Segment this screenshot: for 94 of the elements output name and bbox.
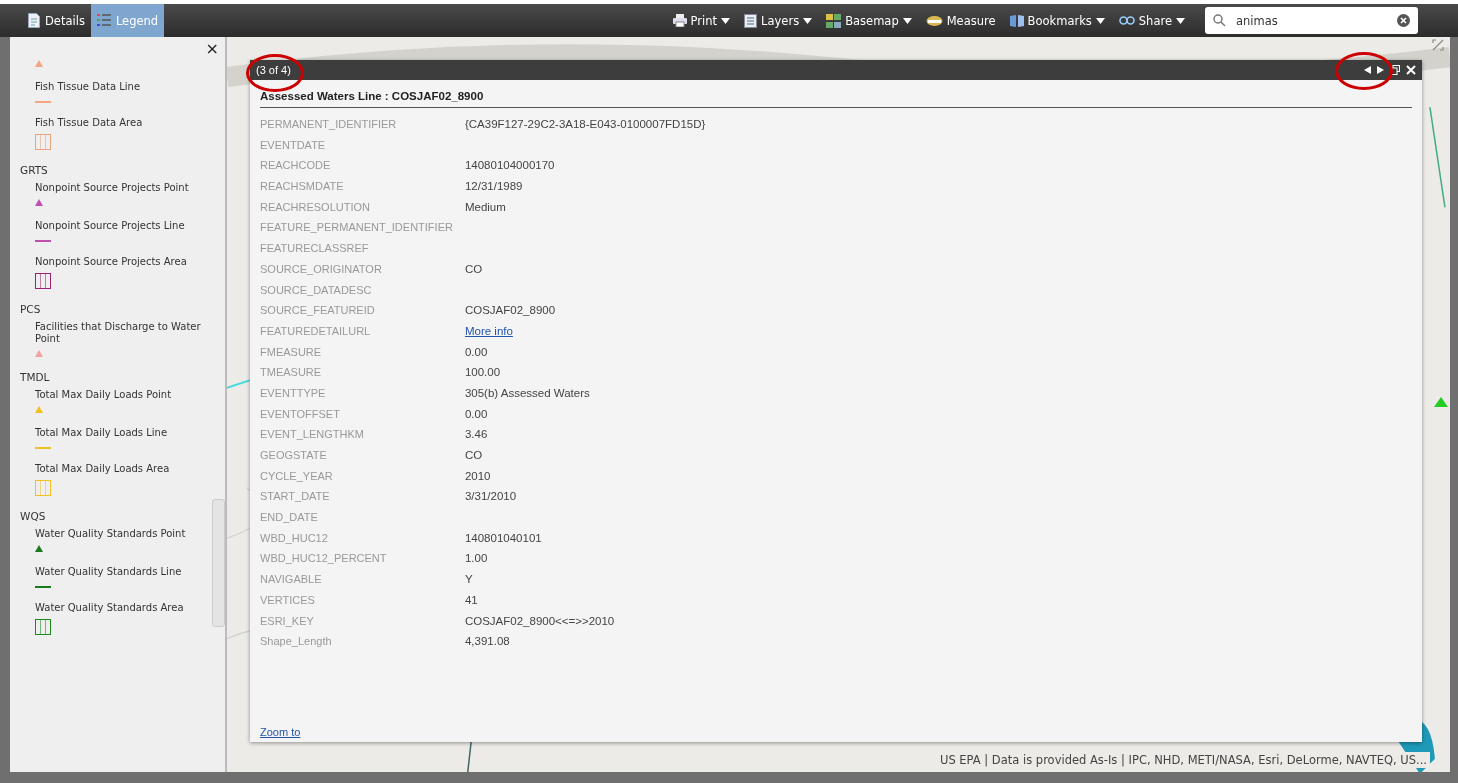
- search-icon: [1213, 14, 1226, 27]
- field-name: EVENTOFFSET: [260, 406, 341, 422]
- field-value: {CA39F127-29C2-3A18-E043-0100007FD15D}: [464, 117, 707, 132]
- legend-group-title: PCS: [20, 303, 42, 315]
- field-name: REACHRESOLUTION: [260, 199, 372, 215]
- legend-label: Nonpoint Source Projects Line: [35, 220, 186, 232]
- field-value: 4,391.08: [464, 634, 511, 650]
- field-name: START_DATE: [260, 489, 331, 505]
- list-icon: [96, 13, 111, 28]
- field-name: FEATURECLASSREF: [260, 241, 370, 257]
- field-name: ESRI_KEY: [260, 613, 315, 629]
- field-name: PERMANENT_IDENTIFIER: [260, 117, 398, 132]
- layers-icon: [744, 13, 758, 28]
- legend-label: Facilities that Discharge to Water Point: [35, 321, 202, 345]
- field-name: Shape_Length: [260, 634, 333, 650]
- field-value: 100.00: [464, 365, 502, 381]
- highlight-circle: [1335, 52, 1393, 90]
- expand-icon[interactable]: [1432, 39, 1444, 51]
- legend-label: Nonpoint Source Projects Point: [35, 182, 190, 194]
- field-value: 3/31/2010: [464, 489, 518, 505]
- zoom-to-link[interactable]: Zoom to: [260, 726, 301, 738]
- field-value: 14080104000170: [464, 158, 556, 174]
- field-value: Y: [464, 572, 474, 588]
- printer-icon: [672, 14, 687, 27]
- toolbar-button[interactable]: Layers: [744, 13, 813, 28]
- toolbar-button[interactable]: Print: [672, 13, 731, 28]
- field-name: SOURCE_ORIGINATOR: [260, 261, 383, 277]
- field-value: 3.46: [464, 427, 489, 443]
- link-icon: [1118, 16, 1135, 25]
- field-value: 12/31/1989: [464, 179, 524, 195]
- field-name: REACHSMDATE: [260, 179, 345, 195]
- previous-icon[interactable]: [1364, 66, 1371, 74]
- triangle-marker-icon[interactable]: [1434, 397, 1448, 407]
- toolbar-button[interactable]: Bookmarks: [1009, 13, 1105, 28]
- legend-label: Total Max Daily Loads Point: [35, 389, 173, 401]
- field-name: CYCLE_YEAR: [260, 468, 334, 484]
- field-name: EVENTTYPE: [260, 385, 327, 401]
- field-name: VERTICES: [260, 592, 316, 608]
- panel-tab[interactable]: Details: [22, 4, 91, 37]
- field-name: FEATURE_PERMANENT_IDENTIFIER: [260, 220, 453, 236]
- field-value: 0.00: [464, 344, 489, 360]
- field-value: CO: [464, 261, 484, 277]
- result-counter: (3 of 4): [256, 64, 291, 76]
- maximize-icon[interactable]: [1390, 65, 1400, 75]
- legend-label: Total Max Daily Loads Line: [35, 427, 169, 439]
- close-icon[interactable]: [1406, 65, 1416, 75]
- legend-label: Water Quality Standards Point: [35, 528, 187, 540]
- field-name: FEATUREDETAILURL: [260, 323, 372, 339]
- grid-icon: [826, 13, 842, 28]
- popup-title: Assessed Waters Line : COSJAF02_8900: [260, 88, 1412, 108]
- toolbar-button[interactable]: Share: [1118, 13, 1185, 28]
- close-button[interactable]: ×: [205, 39, 219, 58]
- field-name: EVENTDATE: [260, 137, 327, 153]
- book-icon: [1009, 14, 1024, 27]
- field-value: Medium: [464, 199, 507, 215]
- document-icon: [28, 13, 40, 28]
- legend-label: Fish Tissue Data Area: [35, 117, 144, 129]
- field-name: WBD_HUC12_PERCENT: [260, 551, 388, 567]
- field-name: FMEASURE: [260, 344, 323, 360]
- search-bar[interactable]: animas: [1205, 7, 1418, 34]
- field-value: 0.00: [464, 406, 489, 422]
- legend-label: Water Quality Standards Line: [35, 566, 183, 578]
- toolbar-button[interactable]: Measure: [925, 13, 996, 28]
- legend-group-title: WQS: [20, 510, 47, 522]
- clear-icon[interactable]: [1397, 14, 1410, 27]
- field-value: 2010: [464, 468, 492, 484]
- field-name: WBD_HUC12: [260, 530, 329, 546]
- next-icon[interactable]: [1377, 66, 1384, 74]
- field-value: 140801040101: [464, 530, 543, 546]
- legend-group-title: TMDL: [20, 371, 51, 383]
- field-value: 1.00: [464, 551, 489, 567]
- field-value: CO: [464, 448, 484, 463]
- toolbar-button[interactable]: Basemap: [826, 13, 912, 28]
- field-name: END_DATE: [260, 510, 319, 526]
- field-name: GEOGSTATE: [260, 448, 328, 463]
- field-name: EVENT_LENGTHKM: [260, 427, 365, 443]
- highlight-circle: [246, 54, 304, 92]
- scrollbar-thumb[interactable]: [212, 499, 225, 627]
- field-name: REACHCODE: [260, 158, 332, 174]
- legend-label: Water Quality Standards Area: [35, 602, 185, 614]
- field-value: COSJAF02_8900<<=>>2010: [464, 613, 616, 629]
- field-value: COSJAF02_8900: [464, 303, 557, 319]
- field-name: SOURCE_DATADESC: [260, 282, 373, 298]
- field-name: NAVIGABLE: [260, 572, 323, 588]
- legend-label: Fish Tissue Data Line: [35, 81, 142, 93]
- field-value: 305(b) Assessed Waters: [464, 385, 591, 401]
- legend-group-title: GRTS: [20, 164, 49, 176]
- legend-label: Total Max Daily Loads Area: [35, 463, 171, 475]
- legend-label: Nonpoint Source Projects Area: [35, 256, 188, 268]
- field-name: TMEASURE: [260, 365, 323, 381]
- field-value: 41: [464, 592, 479, 608]
- more-info-link[interactable]: More info: [464, 324, 513, 337]
- ruler-icon: [925, 14, 943, 27]
- field-name: SOURCE_FEATUREID: [260, 303, 376, 319]
